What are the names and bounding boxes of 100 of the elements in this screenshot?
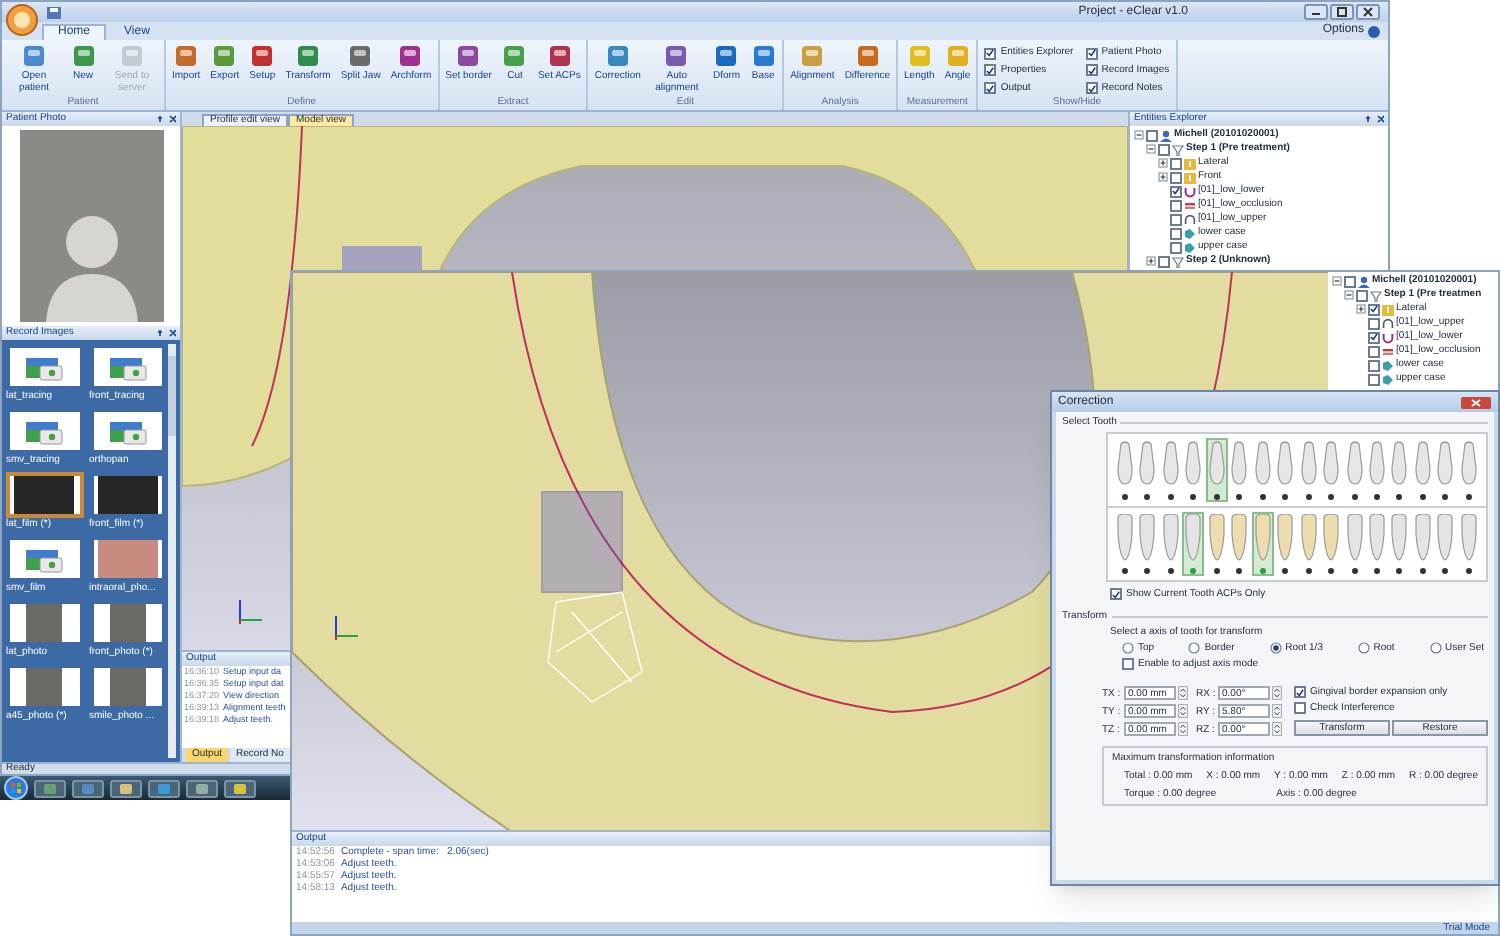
checkbox[interactable]	[1344, 275, 1356, 287]
collapse-icon[interactable]	[1344, 290, 1354, 300]
tool-icon	[456, 44, 481, 68]
checkbox[interactable]	[1368, 317, 1380, 329]
tooth-button[interactable]	[1182, 438, 1205, 502]
checkbox[interactable]	[1158, 143, 1170, 155]
tooth-button[interactable]	[1365, 512, 1388, 576]
checkbox[interactable]	[1170, 185, 1182, 197]
collapse-icon[interactable]	[1134, 130, 1144, 140]
checkbox[interactable]	[984, 47, 997, 60]
tooth-button[interactable]	[1320, 438, 1343, 502]
tooth-button[interactable]	[1251, 438, 1274, 502]
tool-icon	[547, 44, 572, 68]
tooth-button[interactable]	[1457, 512, 1480, 576]
tooth-button[interactable]	[1297, 512, 1320, 576]
tooth-button[interactable]	[1274, 512, 1297, 576]
image-thumbnail[interactable]	[89, 344, 166, 390]
checkbox[interactable]	[1170, 157, 1182, 169]
image-thumbnail[interactable]	[89, 536, 166, 582]
tooth-button[interactable]	[1159, 512, 1182, 576]
checkbox[interactable]	[1085, 82, 1098, 95]
checkbox[interactable]	[1368, 359, 1380, 371]
checkbox[interactable]	[1294, 702, 1306, 714]
image-thumbnail[interactable]	[89, 408, 166, 454]
radio-button[interactable]	[1122, 642, 1134, 654]
tooth-button[interactable]	[1434, 438, 1457, 502]
radio-button[interactable]	[1429, 642, 1442, 654]
expand-icon[interactable]	[1146, 256, 1156, 266]
scrollbar[interactable]	[168, 344, 176, 758]
tooth-button[interactable]	[1251, 512, 1274, 576]
checkbox[interactable]	[1146, 129, 1158, 141]
taskbar-app-icon[interactable]	[110, 779, 142, 797]
tooth-button[interactable]	[1114, 438, 1136, 502]
tooth-button[interactable]	[1388, 512, 1411, 576]
taskbar-app-icon[interactable]	[72, 779, 104, 797]
tooth-button[interactable]	[1274, 438, 1297, 502]
image-thumbnail[interactable]	[89, 664, 166, 710]
checkbox[interactable]	[1368, 373, 1380, 385]
tooth-button[interactable]	[1228, 438, 1251, 502]
checkbox[interactable]	[1368, 303, 1380, 315]
tooth-button[interactable]	[1343, 438, 1366, 502]
checkbox[interactable]	[1170, 227, 1182, 239]
checkbox[interactable]	[1170, 213, 1182, 225]
tooth-button[interactable]	[1136, 512, 1159, 576]
image-thumbnail[interactable]	[6, 600, 83, 646]
expand-icon[interactable]	[1158, 172, 1168, 182]
checkbox[interactable]	[1170, 241, 1182, 253]
tooth-button[interactable]	[1411, 512, 1434, 576]
image-thumbnail[interactable]	[6, 344, 83, 390]
taskbar-app-icon[interactable]	[186, 779, 218, 797]
tooth-button[interactable]	[1228, 512, 1251, 576]
tooth-button[interactable]	[1136, 438, 1159, 502]
checkbox[interactable]	[984, 64, 997, 77]
start-button[interactable]	[4, 776, 28, 800]
tooth-button[interactable]	[1205, 438, 1228, 502]
image-thumbnail[interactable]	[6, 664, 83, 710]
tooth-button[interactable]	[1434, 512, 1457, 576]
dot-icon	[1328, 494, 1335, 500]
tooth-button[interactable]	[1388, 438, 1411, 502]
tooth-button[interactable]	[1457, 438, 1480, 502]
checkbox[interactable]	[1294, 686, 1306, 698]
checkbox[interactable]	[1170, 199, 1182, 211]
checkbox[interactable]	[1170, 171, 1182, 183]
close-button[interactable]	[1460, 395, 1492, 409]
image-thumbnail[interactable]	[6, 536, 83, 582]
tooth-icon	[1459, 514, 1478, 562]
checkbox[interactable]	[1368, 331, 1380, 343]
image-thumbnail[interactable]	[6, 408, 83, 454]
tooth-button[interactable]	[1182, 512, 1205, 576]
taskbar-app-icon[interactable]	[148, 779, 180, 797]
checkbox[interactable]	[1368, 345, 1380, 357]
tooth-button[interactable]	[1114, 512, 1136, 576]
radio-button[interactable]	[1188, 642, 1201, 654]
expand-icon[interactable]	[1158, 158, 1168, 168]
tooth-button[interactable]	[1159, 438, 1182, 502]
checkbox[interactable]	[1158, 255, 1170, 267]
checkbox[interactable]	[1085, 47, 1098, 60]
tooth-button[interactable]	[1411, 438, 1434, 502]
dot-icon	[1305, 494, 1312, 500]
collapse-icon[interactable]	[1332, 276, 1342, 286]
tooth-button[interactable]	[1343, 512, 1366, 576]
radio-button[interactable]	[1357, 642, 1370, 654]
checkbox[interactable]	[1356, 289, 1368, 301]
collapse-icon[interactable]	[1146, 144, 1156, 154]
tool-icon	[22, 44, 46, 68]
tooth-button[interactable]	[1365, 438, 1388, 502]
checkbox[interactable]	[1122, 658, 1134, 670]
taskbar-app-icon[interactable]	[224, 779, 256, 797]
tooth-button[interactable]	[1297, 438, 1320, 502]
tooth-icon	[1345, 514, 1364, 562]
checkbox[interactable]	[1085, 64, 1098, 77]
tooth-button[interactable]	[1320, 512, 1343, 576]
image-thumbnail[interactable]	[89, 472, 166, 518]
radio-button[interactable]	[1269, 642, 1282, 654]
checkbox[interactable]	[1110, 588, 1122, 600]
image-thumbnail[interactable]	[89, 600, 166, 646]
checkbox[interactable]	[984, 82, 997, 95]
image-thumbnail[interactable]	[6, 472, 83, 518]
expand-icon[interactable]	[1356, 304, 1366, 314]
tooth-button[interactable]	[1205, 512, 1228, 576]
